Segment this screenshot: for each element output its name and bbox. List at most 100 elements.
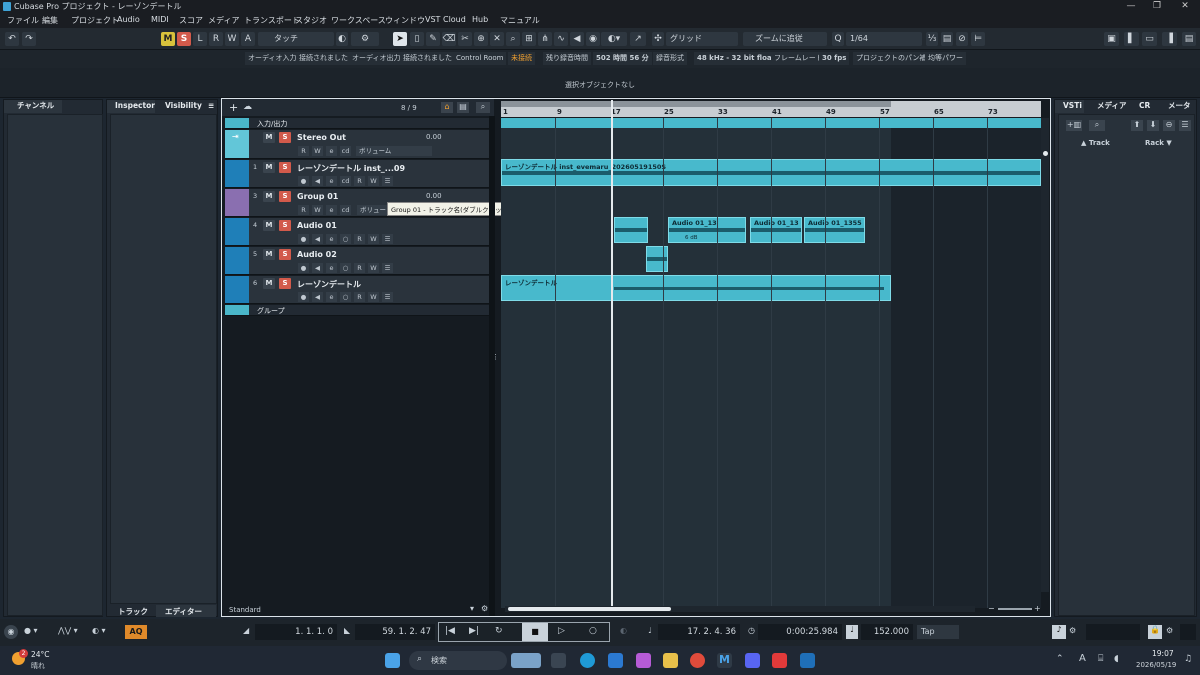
record-button[interactable]: ○: [589, 626, 597, 636]
start-icon[interactable]: [385, 653, 400, 668]
search-icon[interactable]: ⌕: [1089, 120, 1105, 131]
automation-settings-icon[interactable]: ◐: [336, 32, 348, 46]
record-enable-button[interactable]: ●: [298, 176, 309, 186]
menu-score[interactable]: スコア: [179, 15, 203, 26]
autoscroll-icon[interactable]: ↗: [630, 32, 646, 46]
splitter[interactable]: [489, 116, 495, 616]
close-button[interactable]: ✕: [1172, 0, 1198, 13]
ime-indicator[interactable]: A: [1079, 653, 1086, 664]
audio-event-vocal[interactable]: レーゾンデートル: [501, 275, 891, 301]
quantize-select[interactable]: 1/64: [846, 32, 922, 46]
tempo-value[interactable]: 152.000: [861, 624, 913, 640]
write-automation-button[interactable]: W: [368, 176, 379, 186]
redo-icon[interactable]: ↷: [22, 32, 36, 46]
mute-tool-icon[interactable]: ✕: [490, 32, 504, 46]
color-select-icon[interactable]: ◐▾: [601, 32, 627, 46]
object-select-tool-icon[interactable]: ➤: [393, 32, 407, 46]
add-instrument-icon[interactable]: +▥: [1066, 120, 1082, 131]
menu-hub[interactable]: Hub: [472, 15, 488, 24]
chrome-icon[interactable]: [690, 653, 705, 668]
menu-media[interactable]: メディア: [208, 15, 239, 26]
menu-project[interactable]: プロジェクト: [71, 15, 119, 26]
read-automation-button[interactable]: R: [354, 234, 365, 244]
left-locator-icon[interactable]: ◢: [243, 626, 249, 635]
loop-range[interactable]: [501, 101, 891, 107]
write-automation-button[interactable]: W: [368, 292, 379, 302]
tempo-track-icon[interactable]: ♩: [846, 625, 858, 639]
settings-icon[interactable]: ☰: [1179, 120, 1191, 131]
edit-icon[interactable]: e: [326, 263, 337, 273]
edit-icon[interactable]: e: [326, 292, 337, 302]
add-track-icon[interactable]: +: [229, 101, 238, 114]
record-mode-icon[interactable]: ● ▾: [24, 626, 38, 635]
event-display[interactable]: レーゾンデートル inst_evemaru_20260519150S Audio…: [501, 100, 1041, 608]
snap-type-select[interactable]: グリッド: [666, 32, 738, 46]
youtube-icon[interactable]: [772, 653, 787, 668]
track-row-audio02[interactable]: 5 M S Audio 02 ● ◀ e ○ R W ☰: [225, 247, 489, 275]
zoom-tool-icon[interactable]: ⌕: [506, 32, 520, 46]
cycle-icon[interactable]: ↻: [495, 626, 503, 636]
quantize-icon[interactable]: Q: [832, 32, 844, 46]
track-name[interactable]: Audio 01: [297, 221, 337, 230]
solo-button[interactable]: S: [279, 162, 291, 173]
track-search-icon[interactable]: ⌕: [476, 102, 490, 113]
track-volume-value[interactable]: 0.00: [426, 133, 442, 141]
right-locator-icon[interactable]: ◣: [344, 626, 350, 635]
automation-parameter-select[interactable]: ボリューム: [357, 205, 387, 215]
write-automation-button[interactable]: W: [312, 205, 323, 215]
maximize-button[interactable]: ❐: [1144, 0, 1170, 13]
inspector-menu-icon[interactable]: ≡: [208, 100, 214, 112]
mute-button[interactable]: M: [263, 249, 275, 260]
solo-button[interactable]: S: [279, 278, 291, 289]
notification-bell-icon[interactable]: ♫: [1184, 654, 1192, 664]
menu-manual[interactable]: マニュアル: [500, 15, 540, 26]
read-automation-button[interactable]: R: [298, 205, 309, 215]
tab-visibility[interactable]: Visibility: [165, 100, 202, 112]
solo-button[interactable]: S: [279, 132, 291, 143]
monitor-button[interactable]: ◀: [312, 263, 323, 273]
automation-mode-select[interactable]: タッチ: [258, 32, 334, 46]
write-automation-button[interactable]: W: [368, 234, 379, 244]
outlook-icon[interactable]: [608, 653, 623, 668]
minimize-button[interactable]: —: [1118, 0, 1144, 13]
footer-settings-icon[interactable]: ⚙: [481, 604, 488, 613]
vertical-scrollbar[interactable]: [1041, 118, 1049, 592]
punch-in-icon[interactable]: ◐: [620, 626, 627, 635]
record-enable-button[interactable]: ●: [298, 292, 309, 302]
network-icon[interactable]: ⌸: [1098, 654, 1103, 664]
zoom-out-icon[interactable]: −: [988, 604, 995, 613]
tab-channel[interactable]: チャンネル: [17, 100, 54, 112]
speaker-tool-icon[interactable]: ◀: [570, 32, 584, 46]
menu-file[interactable]: ファイル: [7, 15, 39, 26]
mixer-layout-icon[interactable]: ⊨: [971, 32, 985, 46]
lock-icon[interactable]: 🔒: [1148, 625, 1162, 639]
mail-app-icon[interactable]: M: [717, 653, 732, 668]
mute-button[interactable]: M: [263, 132, 275, 143]
activity-icon[interactable]: ◉: [4, 625, 18, 639]
mute-button[interactable]: M: [263, 220, 275, 231]
solo-button[interactable]: S: [279, 220, 291, 231]
scroll-thumb[interactable]: [508, 607, 671, 611]
rack-instruments-header[interactable]: Rack ▼: [1145, 139, 1172, 147]
sync-icon[interactable]: ⚙: [1166, 626, 1173, 635]
quantize-settings-icon[interactable]: ▤: [941, 32, 953, 46]
folder-track-groups[interactable]: グループ: [225, 305, 489, 316]
secondary-time-icon[interactable]: ◷: [748, 626, 755, 635]
metronome-icon[interactable]: ♩: [648, 626, 652, 635]
ruler[interactable]: 1 9 17 25 33 41 49 57 65 73: [501, 101, 1041, 117]
move-up-icon[interactable]: ⬆: [1131, 120, 1143, 131]
track-visibility-icon[interactable]: ⌂: [441, 102, 453, 113]
audio-event[interactable]: [614, 217, 648, 243]
lanes-icon[interactable]: ☰: [382, 263, 393, 273]
undo-icon[interactable]: ↶: [5, 32, 19, 46]
lock-icon[interactable]: ○: [340, 263, 351, 273]
footer-dropdown-icon[interactable]: ▾: [470, 604, 474, 613]
zoom-mode-select[interactable]: ズームに追従: [743, 32, 827, 46]
collapse-icon[interactable]: ⊖: [1163, 120, 1175, 131]
edge-icon[interactable]: [580, 653, 595, 668]
listen-button[interactable]: L: [193, 32, 207, 46]
monitor-button[interactable]: ◀: [312, 292, 323, 302]
write-automation-button[interactable]: W: [312, 146, 323, 156]
automation-parameter-select[interactable]: ボリューム: [356, 146, 432, 156]
automation-button[interactable]: A: [241, 32, 255, 46]
